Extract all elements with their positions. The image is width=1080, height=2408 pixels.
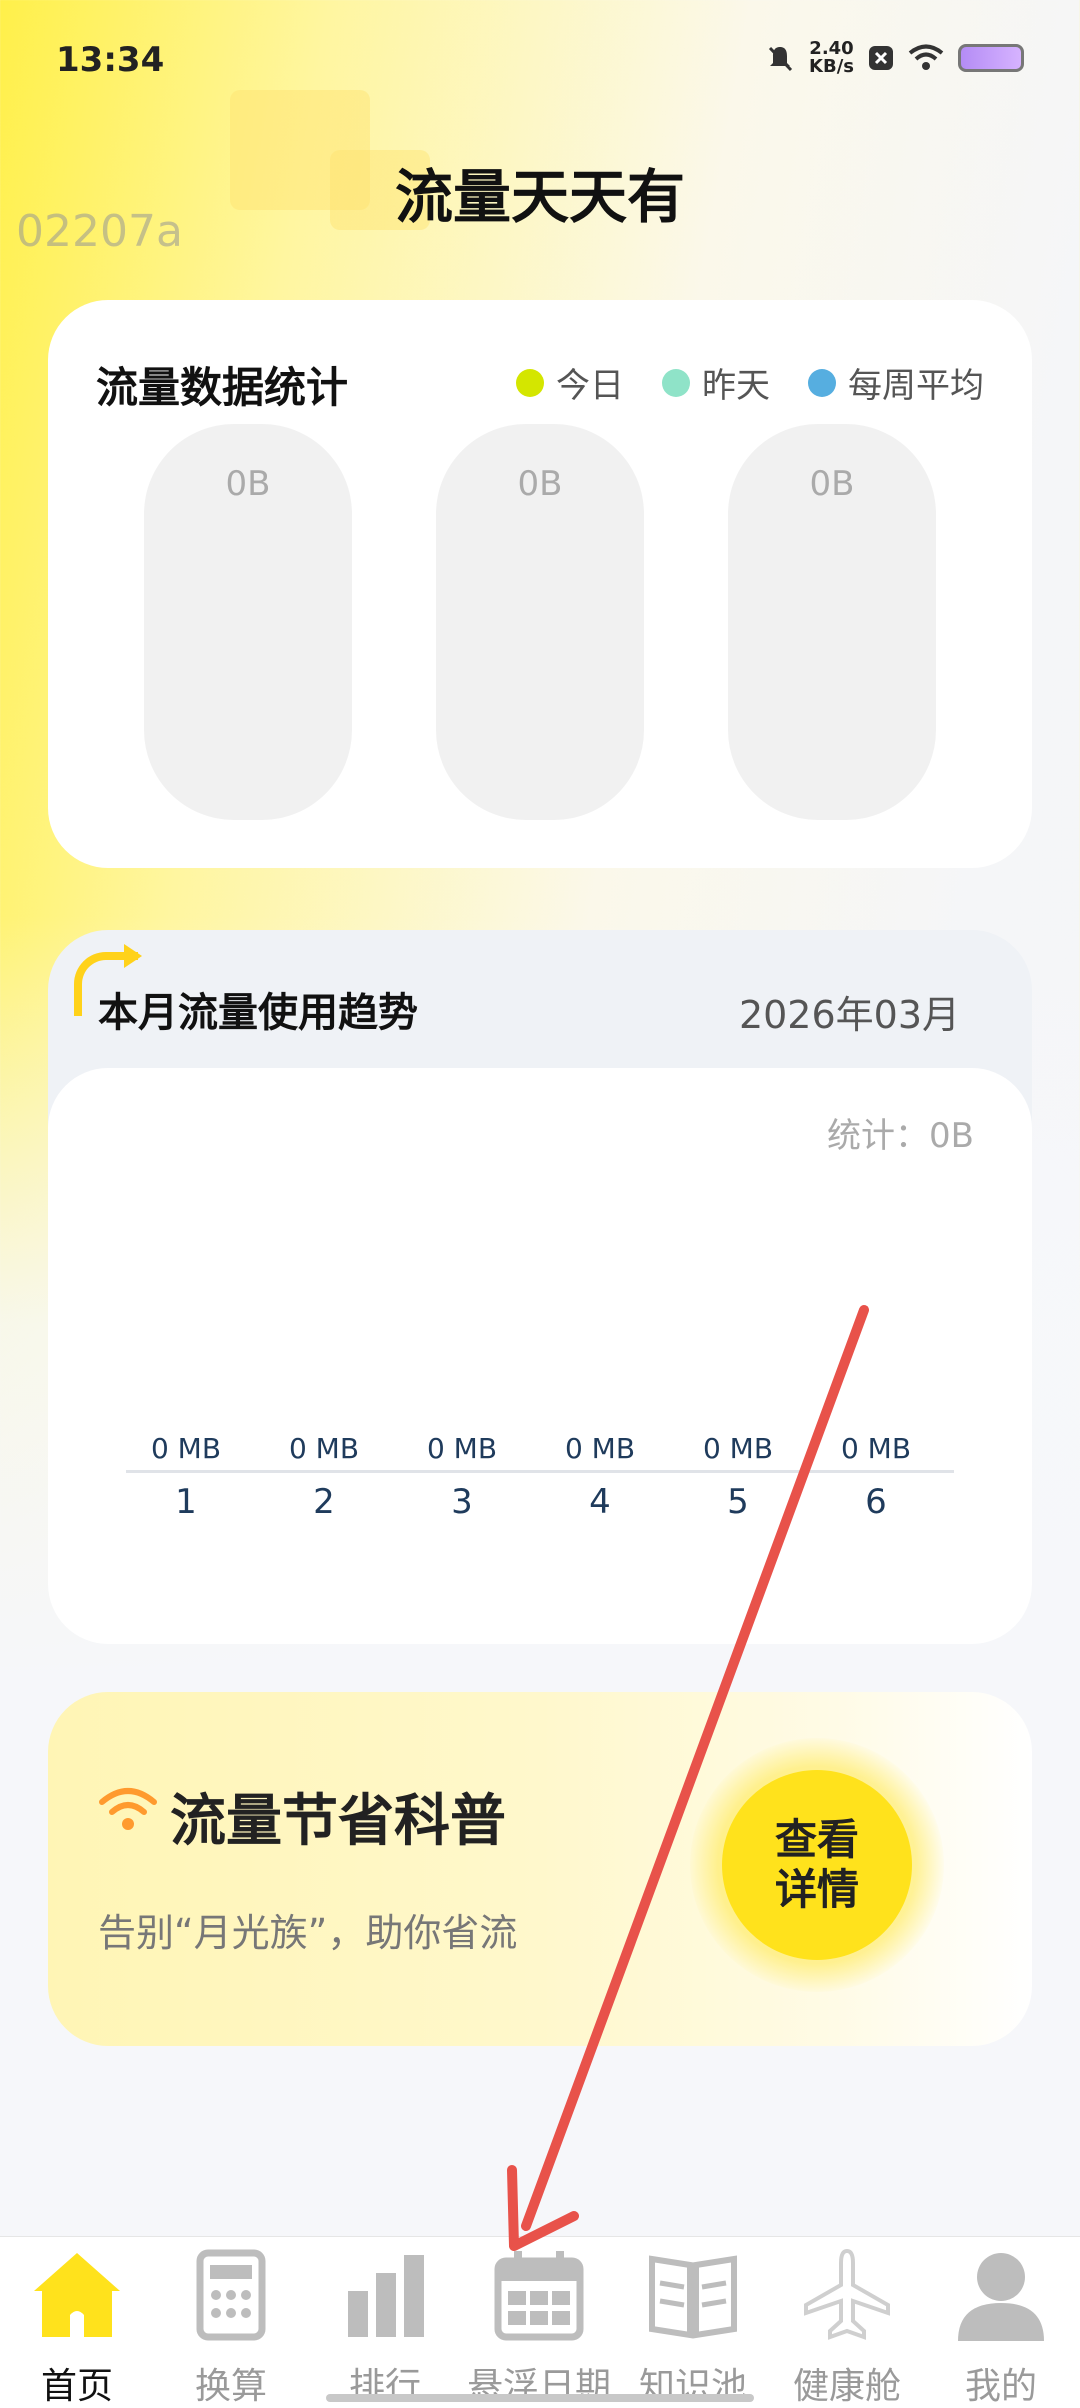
stat-pill-weekly-average: 0B [728, 424, 936, 820]
bell-off-icon [768, 46, 793, 72]
column-day: 4 [589, 1482, 611, 1522]
nav-item-knowledge-pool[interactable]: 知识池 [616, 2237, 770, 2408]
saving-tips-title: 流量节省科普 [170, 1789, 506, 1854]
bar-chart-icon [348, 2255, 424, 2337]
legend-dot-weekly-average [808, 368, 836, 397]
legend-label: 昨天 [702, 366, 770, 406]
monthly-trend-card: 本月流量使用趋势 2026年03月 统计：0B 0 MB 1 0 MB 2 0 … [48, 930, 1032, 1644]
nav-item-health-cabin[interactable]: 健康舱 [770, 2237, 924, 2408]
column-day: 2 [313, 1482, 335, 1522]
net-speed-unit: KB/s [809, 56, 854, 77]
legend-item-yesterday: 昨天 [662, 358, 770, 407]
nav-item-mine[interactable]: 我的 [924, 2237, 1078, 2408]
column-value: 0 MB [288, 1432, 360, 1465]
status-bar: 13:34 2.40 KB/s [0, 0, 1080, 120]
wifi-signal-icon [99, 1788, 157, 1830]
legend-dot-today [516, 368, 544, 397]
home-icon [34, 2253, 120, 2337]
traffic-stats-card: 流量数据统计 今日 昨天 每周平均 0B 0B 0B [48, 300, 1032, 868]
view-details-label-1: 查看 [774, 1815, 859, 1864]
stats-legend: 今日 昨天 每周平均 [516, 358, 984, 407]
page-title: 流量天天有 [394, 163, 685, 231]
column-value: 0 MB [702, 1432, 774, 1465]
nav-item-convert[interactable]: 换算 [154, 2237, 308, 2408]
wifi-icon [908, 44, 944, 70]
home-indicator[interactable] [326, 2394, 754, 2402]
legend-dot-yesterday [662, 368, 690, 397]
saving-tips-subtitle: 告别“月光族”，助你省流 [98, 1911, 518, 1955]
trend-total-stat: 统计：0B [827, 1116, 974, 1156]
view-details-label-2: 详情 [774, 1865, 859, 1914]
trend-card-title: 本月流量使用趋势 [98, 990, 418, 1036]
nav-label: 健康舱 [792, 2366, 901, 2407]
battery-icon [958, 44, 1024, 72]
nav-label: 我的 [964, 2366, 1037, 2407]
nav-item-floating-date[interactable]: 悬浮日期 [462, 2237, 616, 2408]
calculator-icon [196, 2249, 266, 2341]
stats-card-title: 流量数据统计 [96, 363, 349, 412]
stat-pill-yesterday: 0B [436, 424, 644, 820]
net-speed: 2.40 KB/s [809, 40, 854, 76]
user-icon [958, 2253, 1044, 2341]
nav-label: 首页 [40, 2366, 113, 2407]
saving-tips-card[interactable]: 流量节省科普 告别“月光族”，助你省流 查看 详情 [48, 1692, 1032, 2046]
trend-arrowhead [124, 944, 142, 968]
nav-label: 换算 [194, 2366, 267, 2407]
stat-pill-today: 0B [144, 424, 352, 820]
column-value: 0 MB [840, 1432, 912, 1465]
nav-item-home[interactable]: 首页 [0, 2237, 154, 2408]
status-icons: 2.40 KB/s [765, 40, 1024, 76]
legend-item-today: 今日 [516, 358, 624, 407]
airplane-icon [804, 2248, 890, 2340]
legend-label: 今日 [556, 366, 624, 406]
column-day: 1 [175, 1482, 197, 1522]
view-details-button[interactable]: 查看 详情 [722, 1770, 912, 1960]
calendar-icon [494, 2251, 584, 2341]
chart-axis-line [126, 1470, 954, 1473]
column-day: 3 [451, 1482, 473, 1522]
column-day: 5 [727, 1482, 749, 1522]
legend-label: 每周平均 [848, 366, 984, 406]
column-value: 0 MB [426, 1432, 498, 1465]
column-value: 0 MB [564, 1432, 636, 1465]
close-box-icon [869, 46, 893, 70]
trend-month-selector[interactable]: 2026年03月 [739, 984, 960, 1039]
bottom-navigation: 首页 换算 排行 悬浮日期 知识池 健康舱 我的 [0, 2236, 1080, 2408]
legend-item-weekly-average: 每周平均 [808, 358, 984, 407]
nav-item-ranking[interactable]: 排行 [308, 2237, 462, 2408]
column-value: 0 MB [150, 1432, 222, 1465]
status-time: 13:34 [56, 40, 165, 80]
trend-chart-area: 统计：0B 0 MB 1 0 MB 2 0 MB 3 0 MB 4 0 MB 5… [48, 1068, 1032, 1644]
column-day: 6 [865, 1482, 887, 1522]
book-icon [649, 2255, 737, 2339]
